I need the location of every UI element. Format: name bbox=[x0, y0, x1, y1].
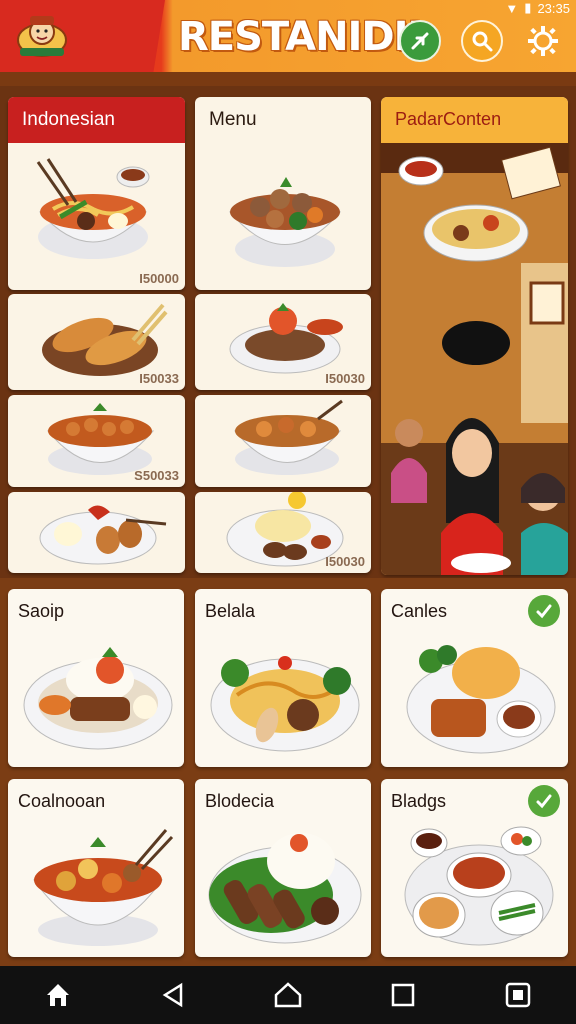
belala-plate-image bbox=[210, 656, 360, 752]
card-price: I50030 bbox=[325, 371, 365, 386]
search-button[interactable] bbox=[461, 20, 503, 62]
curry-bowl-image bbox=[46, 403, 155, 475]
dish-card-blodecia[interactable]: Blodecia bbox=[195, 779, 371, 957]
card-price: S50033 bbox=[134, 468, 179, 483]
dish-card-grill[interactable]: I50030 bbox=[195, 294, 371, 390]
logo-icon[interactable] bbox=[14, 10, 70, 60]
home-icon[interactable] bbox=[38, 975, 78, 1015]
dish-title: Belala bbox=[205, 601, 256, 621]
dish-title: Saoip bbox=[18, 601, 65, 621]
wifi-icon: ▼ bbox=[505, 0, 519, 16]
dish-title: Bladgs bbox=[391, 791, 447, 811]
coalnooan-bowl-image bbox=[33, 829, 174, 946]
grill-plate-image bbox=[229, 303, 343, 374]
system-nav-bar bbox=[0, 966, 576, 1024]
featured-card-padarconten[interactable]: PadarConten bbox=[381, 97, 568, 575]
card-title: Menu bbox=[209, 109, 257, 130]
card-title: PadarConten bbox=[381, 97, 568, 143]
screenshot-icon[interactable] bbox=[498, 975, 538, 1015]
dish-title: Blodecia bbox=[205, 791, 275, 811]
battery-icon: ▮ bbox=[524, 0, 532, 15]
dish-card-coalnooan[interactable]: Coalnooan bbox=[8, 779, 184, 957]
saoip-plate-image bbox=[23, 647, 173, 750]
blodecia-plate-image bbox=[208, 833, 362, 944]
bladgs-platter-image bbox=[404, 826, 554, 946]
card-price: I50030 bbox=[325, 554, 365, 569]
dish-card-bladgs[interactable]: Bladgs bbox=[381, 779, 568, 957]
noodle-bowl-image bbox=[36, 158, 150, 259]
category-card-menu[interactable]: Menu bbox=[195, 97, 371, 290]
app-header: RESTANIDII ▼ ▮ 23:35 bbox=[0, 0, 576, 72]
leaf-icon bbox=[411, 32, 429, 50]
settings-button[interactable] bbox=[522, 20, 564, 62]
leaf-button[interactable] bbox=[399, 20, 441, 62]
dish-card-rice[interactable]: I50030 bbox=[195, 492, 371, 573]
back-icon[interactable] bbox=[153, 975, 193, 1015]
dish-card-sate[interactable]: I50033 bbox=[8, 294, 185, 390]
egg-plate-image bbox=[39, 505, 167, 565]
dish-card-belala[interactable]: Belala bbox=[195, 589, 371, 767]
stew-bowl-image bbox=[228, 177, 342, 267]
canles-plate-image bbox=[406, 645, 556, 754]
dish-title: Canles bbox=[391, 601, 448, 621]
dish-card-saoip[interactable]: Saoip bbox=[8, 589, 184, 767]
gear-icon bbox=[528, 26, 558, 56]
status-bar: ▼ ▮ 23:35 bbox=[505, 0, 570, 16]
skewer-plate-image bbox=[42, 303, 168, 376]
card-price: I50000 bbox=[139, 271, 179, 286]
dish-card-egg[interactable] bbox=[8, 492, 185, 573]
dish-card-canles[interactable]: Canles bbox=[381, 589, 568, 767]
dish-card-fried[interactable] bbox=[195, 395, 371, 487]
app-title: RESTANIDII bbox=[178, 14, 422, 60]
home-circle-icon[interactable] bbox=[268, 975, 308, 1015]
status-time: 23:35 bbox=[537, 0, 570, 16]
check-icon[interactable] bbox=[528, 595, 560, 627]
search-icon bbox=[472, 31, 493, 52]
dish-card-curry[interactable]: S50033 bbox=[8, 395, 185, 487]
category-card-indonesian[interactable]: Indonesian I50000 bbox=[8, 97, 185, 290]
restaurant-scene-image bbox=[381, 143, 568, 575]
check-icon[interactable] bbox=[528, 785, 560, 817]
fried-bowl-image bbox=[233, 399, 343, 475]
dish-title: Coalnooan bbox=[18, 791, 106, 811]
recents-icon[interactable] bbox=[383, 975, 423, 1015]
card-price: I50033 bbox=[139, 371, 179, 386]
card-title: Indonesian bbox=[8, 97, 185, 143]
